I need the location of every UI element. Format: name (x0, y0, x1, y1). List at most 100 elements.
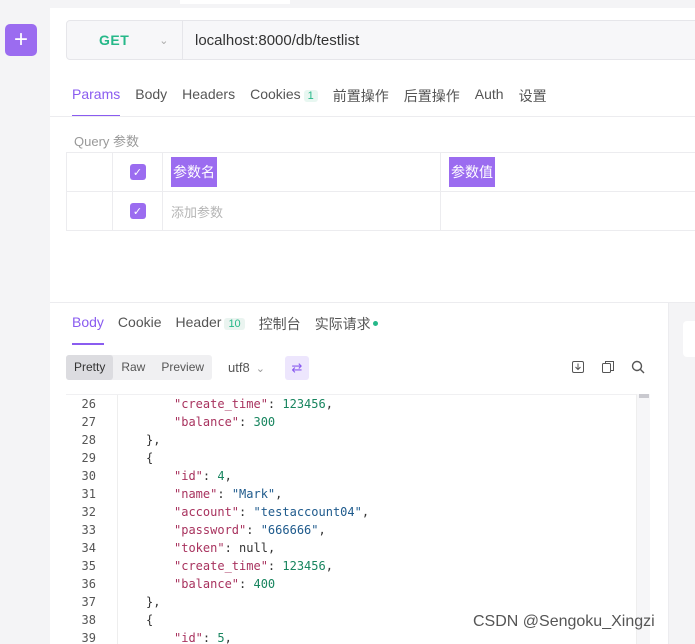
active-tab-edge (180, 0, 290, 4)
panel-handle[interactable] (683, 321, 695, 357)
search-icon[interactable] (630, 359, 646, 375)
response-tab-0[interactable]: Body (72, 314, 104, 345)
line-number: 30 (81, 469, 96, 483)
json-value: 300 (253, 415, 276, 429)
response-body-code[interactable]: 26 "create_time": 123456, 27 "balance": 300… (66, 394, 636, 644)
chevron-down-icon: ⌄ (255, 363, 265, 375)
response-tab-4[interactable]: 实际请求 (315, 314, 378, 344)
params-header-row: ✓ 参数名 参数值 (67, 153, 695, 192)
param-value-header: 参数值 (441, 153, 695, 191)
tab-2[interactable]: Headers (182, 86, 235, 116)
code-line: 28}, (66, 431, 636, 449)
json-key: "balance" (174, 415, 240, 429)
method-select[interactable]: GET ⌄ (67, 21, 183, 59)
code-text: "create_time": 123456, (174, 397, 333, 411)
download-icon[interactable] (570, 359, 586, 375)
method-label: GET (99, 32, 130, 48)
line-number: 29 (81, 451, 96, 465)
code-text: "name": "Mark", (174, 487, 283, 501)
tab-4[interactable]: 前置操作 (333, 86, 389, 116)
encoding-select[interactable]: utf8 ⌄ (228, 360, 265, 375)
code-text: "account": "testaccount04", (174, 505, 370, 519)
code-line: 30 "id": 4, (66, 467, 636, 485)
tab-label: Cookie (117, 314, 162, 330)
tab-6[interactable]: Auth (475, 86, 504, 116)
view-mode-raw[interactable]: Raw (113, 355, 153, 380)
code-line: 37}, (66, 593, 636, 611)
tab-label: 实际请求 (314, 316, 371, 332)
param-placeholder: 添加参数 (171, 204, 224, 220)
tab-label: 前置操作 (332, 88, 389, 104)
encoding-label: utf8 (228, 360, 250, 375)
tab-7[interactable]: 设置 (519, 86, 547, 116)
code-line: 27 "balance": 300 (66, 413, 636, 431)
line-number: 36 (81, 577, 96, 591)
code-line: 39 "id": 5, (66, 629, 636, 644)
url-bar: GET ⌄ localhost:8000/db/testlist (66, 20, 695, 60)
code-text: "create_time": 123456, (174, 559, 333, 573)
code-text: "token": null, (174, 541, 276, 555)
param-name-input[interactable]: 添加参数 (163, 192, 441, 230)
line-number: 34 (81, 541, 96, 555)
wrap-lines-icon[interactable]: ⇄ (284, 355, 309, 380)
tab-label: Headers (182, 86, 236, 102)
line-number: 28 (81, 433, 96, 447)
side-panel (668, 302, 695, 644)
chevron-down-icon: ⌄ (159, 34, 169, 47)
json-value: 123456 (282, 559, 326, 573)
code-line: 36 "balance": 400 (66, 575, 636, 593)
code-line: 35 "create_time": 123456, (66, 557, 636, 575)
response-tab-1[interactable]: Cookie (118, 314, 162, 344)
json-key: "name" (174, 487, 218, 501)
code-text: "id": 5, (174, 631, 232, 644)
code-text: "password": "666666", (174, 523, 326, 537)
format-bar: Pretty Raw Preview utf8 ⌄ ⇄ (66, 355, 309, 380)
tab-0[interactable]: Params (72, 86, 121, 117)
line-number: 32 (81, 505, 96, 519)
vertical-scrollbar[interactable] (636, 394, 650, 644)
tab-label: 控制台 (258, 316, 301, 332)
json-key: "id" (174, 631, 203, 644)
left-rail: + (0, 0, 50, 644)
tab-label: Cookies (250, 86, 301, 102)
view-mode-pretty[interactable]: Pretty (66, 355, 114, 380)
response-tabs: Body Cookie Header 10 控制台 实际请求 (72, 314, 392, 345)
json-value: "666666" (260, 523, 319, 537)
code-text: }, (146, 433, 161, 447)
request-tabs: Params Body Headers Cookies 1 前置操作 后置操作 Auth 设置 (72, 86, 562, 117)
param-value-input[interactable] (441, 192, 695, 230)
response-tab-2[interactable]: Header 10 (176, 314, 245, 344)
count-badge: 10 (224, 318, 245, 330)
response-tab-3[interactable]: 控制台 (259, 314, 301, 344)
code-line: 34 "token": null, (66, 539, 636, 557)
tab-label: Header (175, 314, 222, 330)
tab-3[interactable]: Cookies 1 (250, 86, 318, 116)
line-number: 35 (81, 559, 96, 573)
tab-5[interactable]: 后置操作 (404, 86, 460, 116)
code-text: "balance": 300 (174, 415, 276, 429)
view-mode-preview[interactable]: Preview (153, 355, 212, 380)
add-button[interactable]: + (5, 24, 37, 56)
row-checkbox[interactable]: ✓ (129, 203, 146, 219)
line-number: 33 (81, 523, 96, 537)
json-key: "account" (174, 505, 240, 519)
code-line: 31 "name": "Mark", (66, 485, 636, 503)
params-table: ✓ 参数名 参数值 ✓ 添加参数 (66, 152, 695, 231)
line-number: 27 (81, 415, 96, 429)
drag-cell (67, 153, 113, 191)
check-cell: ✓ (113, 192, 163, 230)
code-text: "balance": 400 (174, 577, 276, 591)
json-key: "password" (174, 523, 247, 537)
select-all-checkbox[interactable]: ✓ (129, 164, 146, 180)
json-key: "create_time" (174, 397, 268, 411)
response-panel: Body Cookie Header 10 控制台 实际请求 Pretty Raw Previ… (50, 302, 668, 644)
drag-cell (67, 192, 113, 230)
code-line: 32 "account": "testaccount04", (66, 503, 636, 521)
json-key: "id" (174, 469, 203, 483)
scroll-thumb[interactable] (639, 394, 649, 398)
url-input[interactable]: localhost:8000/db/testlist (183, 32, 359, 49)
code-text: { (146, 613, 154, 627)
copy-icon[interactable] (600, 359, 616, 375)
line-number: 37 (81, 595, 96, 609)
tab-1[interactable]: Body (135, 86, 167, 116)
